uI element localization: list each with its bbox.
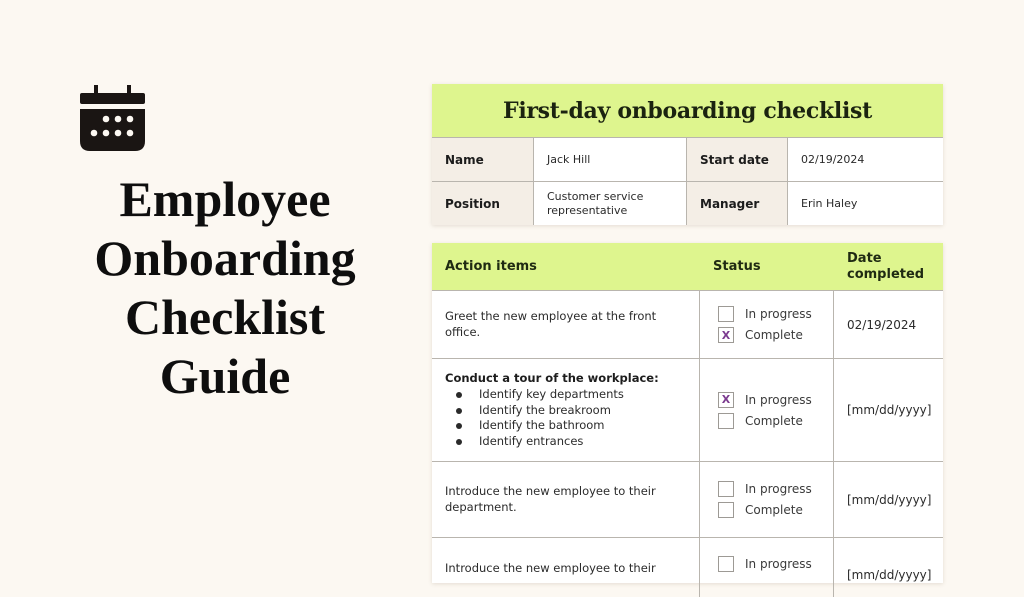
complete-checkbox[interactable] [718, 502, 734, 518]
bullet-icon [456, 438, 462, 445]
action-text: Introduce the new employee to their depa… [432, 462, 700, 537]
bullet-icon [456, 407, 462, 414]
list-item: Identify the bathroom [445, 418, 659, 434]
in-progress-option[interactable]: In progress [718, 481, 812, 497]
in-progress-checkbox[interactable] [718, 306, 734, 322]
action-text: Introduce the new employee to their [432, 538, 700, 597]
start-date-value[interactable]: 02/19/2024 [788, 138, 943, 181]
complete-option[interactable]: X Complete [718, 327, 812, 343]
complete-label: Complete [745, 503, 803, 517]
manager-label: Manager [687, 182, 788, 225]
status-cell: X In progress Complete [700, 359, 834, 461]
subitem-text: Identify the breakroom [479, 402, 611, 417]
date-completed[interactable]: [mm/dd/yyyy] [834, 462, 943, 537]
info-row-position: Position Customer service representative… [432, 181, 943, 225]
guide-title: Employee Onboarding Checklist Guide [60, 170, 390, 406]
name-value[interactable]: Jack Hill [534, 138, 687, 181]
list-item: Identify entrances [445, 434, 659, 450]
header-action-items: Action items [445, 258, 537, 274]
table-header: Action items Status Date completed [432, 243, 943, 290]
manager-value[interactable]: Erin Haley [788, 182, 943, 225]
complete-label: Complete [745, 328, 803, 342]
name-label: Name [432, 138, 534, 181]
list-item: Identify the breakroom [445, 403, 659, 419]
info-row-name: Name Jack Hill Start date 02/19/2024 [432, 137, 943, 181]
complete-checkbox[interactable] [718, 412, 734, 429]
title-line: Checklist [125, 289, 325, 345]
position-text: Customer service representative [547, 189, 644, 217]
checklist-title: First-day onboarding checklist [432, 84, 943, 137]
complete-option[interactable]: Complete [718, 412, 812, 429]
in-progress-checkbox[interactable] [718, 556, 734, 572]
header-date-completed: Date completed [834, 243, 943, 290]
action-text: Greet the new employee at the front offi… [432, 291, 700, 358]
bullet-icon [456, 423, 462, 429]
in-progress-label: In progress [745, 307, 812, 321]
complete-option[interactable]: Complete [718, 502, 812, 518]
in-progress-option[interactable]: X In progress [718, 391, 812, 408]
action-title: Conduct a tour of the workplace: [445, 370, 659, 385]
header-status: Status [713, 258, 761, 274]
status-cell: In progress Complete [700, 462, 834, 537]
calendar-icon [80, 85, 145, 151]
in-progress-label: In progress [745, 482, 812, 496]
subitem-text: Identify the bathroom [479, 418, 605, 433]
position-label: Position [432, 182, 534, 225]
subitem-list: Identify key departments Identify the br… [445, 387, 659, 449]
in-progress-label: In progress [745, 392, 812, 407]
list-item: Identify key departments [445, 387, 659, 403]
table-row: Greet the new employee at the front offi… [432, 290, 943, 358]
employee-info-card: First-day onboarding checklist Name Jack… [432, 84, 943, 225]
header-date-text: Date completed [847, 250, 925, 282]
complete-label: Complete [745, 413, 803, 428]
complete-checkbox[interactable]: X [718, 327, 734, 343]
status-cell: In progress X Complete [700, 291, 834, 358]
action-items-table: Action items Status Date completed Greet… [432, 243, 943, 597]
start-date-label: Start date [687, 138, 788, 181]
in-progress-label: In progress [745, 557, 812, 571]
bullet-icon [456, 392, 462, 398]
in-progress-checkbox[interactable]: X [718, 391, 734, 408]
table-row: Conduct a tour of the workplace: Identif… [432, 358, 943, 461]
date-completed[interactable]: [mm/dd/yyyy] [834, 538, 943, 597]
date-completed[interactable]: [mm/dd/yyyy] [834, 359, 943, 461]
title-line: Onboarding [94, 230, 356, 286]
position-value[interactable]: Customer service representative [534, 182, 687, 225]
title-line: Employee [119, 171, 331, 227]
subitem-text: Identify key departments [479, 387, 624, 402]
status-cell: In progress [700, 538, 834, 597]
in-progress-option[interactable]: In progress [718, 556, 812, 572]
date-completed[interactable]: 02/19/2024 [834, 291, 943, 358]
in-progress-option[interactable]: In progress [718, 306, 812, 322]
title-line: Guide [159, 348, 291, 404]
subitem-text: Identify entrances [479, 433, 584, 448]
action-cell: Conduct a tour of the workplace: Identif… [432, 359, 700, 461]
table-row: Introduce the new employee to their In p… [432, 537, 943, 597]
in-progress-checkbox[interactable] [718, 481, 734, 497]
table-row: Introduce the new employee to their depa… [432, 461, 943, 537]
